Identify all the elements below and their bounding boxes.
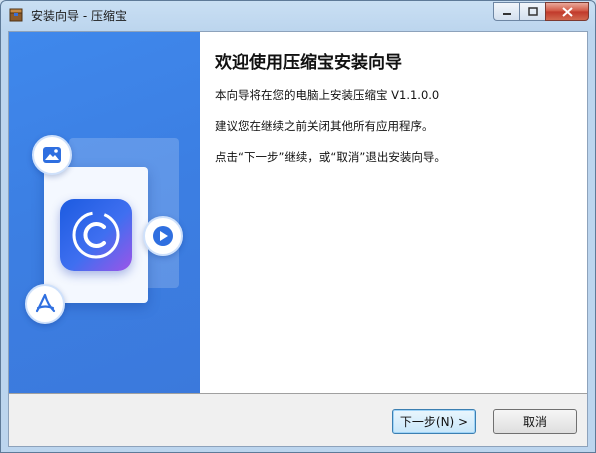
caption-buttons [493, 2, 589, 21]
cancel-button[interactable]: 取消 [493, 409, 577, 434]
next-button[interactable]: 下一步(N) > [392, 409, 476, 434]
welcome-heading: 欢迎使用压缩宝安装向导 [215, 53, 402, 73]
play-icon [143, 216, 183, 256]
minimize-icon [502, 12, 511, 15]
wizard-content-panel: 欢迎使用压缩宝安装向导 本向导将在您的电脑上安装压缩宝 V1.1.0.0 建议您… [200, 32, 587, 393]
installer-box-icon [9, 8, 23, 22]
app-logo-icon [60, 199, 132, 271]
minimize-button[interactable] [493, 2, 519, 21]
image-icon [32, 135, 72, 175]
instructions-text: 点击“下一步”继续，或“取消”退出安装向导。 [215, 150, 446, 164]
close-icon [561, 6, 573, 17]
close-button[interactable] [545, 2, 589, 21]
installer-window: 安装向导 - 压缩宝 欢迎使用压缩宝安装向导 本向导将在您的电脑上安装压缩宝 V… [0, 0, 596, 453]
maximize-button[interactable] [519, 2, 545, 21]
close-apps-advice-text: 建议您在继续之前关闭其他所有应用程序。 [215, 119, 434, 133]
window-title: 安装向导 - 压缩宝 [31, 9, 127, 23]
pdf-icon [25, 284, 65, 324]
button-area-divider [9, 393, 587, 394]
title-bar[interactable]: 安装向导 - 压缩宝 [1, 1, 595, 29]
wizard-sidebar-banner [9, 32, 200, 393]
maximize-icon [527, 7, 538, 16]
wizard-client-area: 欢迎使用压缩宝安装向导 本向导将在您的电脑上安装压缩宝 V1.1.0.0 建议您… [8, 31, 588, 447]
install-info-text: 本向导将在您的电脑上安装压缩宝 V1.1.0.0 [215, 88, 440, 102]
